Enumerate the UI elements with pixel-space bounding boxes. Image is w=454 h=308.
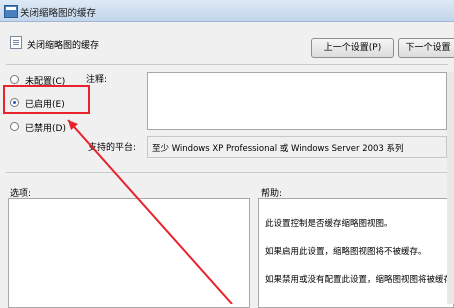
supported-platforms-value: 至少 Windows XP Professional 或 Windows Ser… xyxy=(152,144,404,154)
radio-button-icon xyxy=(10,75,19,84)
previous-setting-button[interactable]: 上一个设置(P) xyxy=(311,38,394,58)
help-text-line: 此设置控制是否缓存缩略图视图。 xyxy=(265,219,393,229)
next-setting-button[interactable]: 下一个设置 xyxy=(398,38,454,58)
annotation-highlight-box xyxy=(3,85,90,114)
supported-platforms-label: 支持的平台: xyxy=(88,143,137,153)
policy-document-icon xyxy=(10,36,22,49)
supported-platforms-box: 至少 Windows XP Professional 或 Windows Ser… xyxy=(147,136,447,158)
title-bar: 关闭缩略图的缓存 xyxy=(0,0,454,22)
radio-label-disabled: 已禁用(D) xyxy=(25,124,66,134)
help-panel[interactable]: 此设置控制是否缓存缩略图视图。 如果启用此设置，缩略图视图将不被缓存。 如果禁用… xyxy=(258,198,454,308)
window-title: 关闭缩略图的缓存 xyxy=(20,8,97,19)
radio-button-icon xyxy=(10,122,19,131)
window-icon xyxy=(4,5,18,18)
policy-name: 关闭缩略图的缓存 xyxy=(27,41,100,51)
divider xyxy=(6,64,448,65)
comment-field[interactable] xyxy=(147,72,447,130)
divider xyxy=(6,172,448,173)
window-scrollbar[interactable] xyxy=(447,72,454,304)
help-text-line: 如果禁用或没有配置此设置，缩略图视图将被缓存。 xyxy=(265,275,454,285)
comment-label: 注释: xyxy=(86,75,108,85)
options-panel[interactable] xyxy=(8,198,250,308)
help-text-line: 如果启用此设置，缩略图视图将不被缓存。 xyxy=(265,247,427,257)
